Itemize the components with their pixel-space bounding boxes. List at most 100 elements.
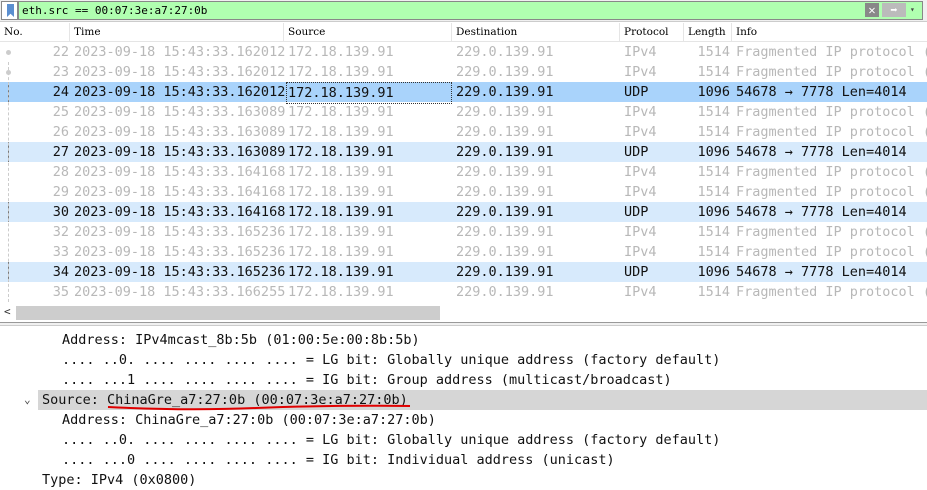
cell-dst: 229.0.139.91 xyxy=(456,184,554,200)
cell-proto: UDP xyxy=(624,264,649,280)
cell-time: 2023-09-18 15:43:33.163089 xyxy=(74,144,286,160)
pane-splitter[interactable] xyxy=(0,322,927,326)
cell-src: 172.18.139.91 xyxy=(288,204,394,220)
detail-line[interactable]: .... ..0. .... .... .... .... = LG bit: … xyxy=(0,430,927,450)
packet-row[interactable]: 30 2023-09-18 15:43:33.164168 172.18.139.9… xyxy=(0,202,927,222)
cell-proto: IPv4 xyxy=(624,184,657,200)
detail-line[interactable]: .... ..0. .... .... .... .... = LG bit: … xyxy=(0,350,927,370)
display-filter-input[interactable]: eth.src == 00:07:3e:a7:27:0b xyxy=(18,1,923,20)
cell-len: 1096 xyxy=(697,264,730,280)
detail-line[interactable]: .... ...1 .... .... .... .... = IG bit: … xyxy=(0,370,927,390)
cell-src: 172.18.139.91 xyxy=(288,284,394,300)
clear-filter-button[interactable]: ✕ xyxy=(865,3,879,17)
column-info[interactable]: Info xyxy=(732,23,927,42)
cell-dst: 229.0.139.91 xyxy=(456,204,554,220)
cell-no: 32 xyxy=(52,224,69,240)
detail-line[interactable]: Type: IPv4 (0x0800) xyxy=(0,470,927,490)
cell-info: Fragmented IP protocol ( xyxy=(736,64,927,80)
cell-no: 26 xyxy=(52,124,69,140)
display-filter-bar: eth.src == 00:07:3e:a7:27:0b ✕ ➡ ▾ xyxy=(0,0,927,22)
column-no[interactable]: No. xyxy=(0,23,70,42)
cell-time: 2023-09-18 15:43:33.164168 xyxy=(74,204,286,220)
packet-row[interactable]: 23 2023-09-18 15:43:33.162012 172.18.139.9… xyxy=(0,62,927,82)
red-annotation-underline xyxy=(107,404,411,411)
cell-info: Fragmented IP protocol ( xyxy=(736,284,927,300)
detail-line[interactable]: Address: IPv4mcast_8b:5b (01:00:5e:00:8b… xyxy=(0,330,927,350)
packet-row[interactable]: 29 2023-09-18 15:43:33.164168 172.18.139.9… xyxy=(0,182,927,202)
packet-row[interactable]: 26 2023-09-18 15:43:33.163089 172.18.139.9… xyxy=(0,122,927,142)
detail-line[interactable]: Address: ChinaGre_a7:27:0b (00:07:3e:a7:… xyxy=(0,410,927,430)
cell-dst: 229.0.139.91 xyxy=(456,224,554,240)
packet-row[interactable]: 34 2023-09-18 15:43:33.165236 172.18.139.9… xyxy=(0,262,927,282)
bookmark-icon[interactable] xyxy=(1,1,18,20)
packet-list-header: No. Time Source Destination Protocol Len… xyxy=(0,23,927,42)
cell-time: 2023-09-18 15:43:33.163089 xyxy=(74,104,286,120)
packet-row[interactable]: 35 2023-09-18 15:43:33.166255 172.18.139.9… xyxy=(0,282,927,302)
cell-no: 35 xyxy=(52,284,69,300)
cell-time: 2023-09-18 15:43:33.165236 xyxy=(74,244,286,260)
cell-proto: IPv4 xyxy=(624,64,657,80)
packet-row[interactable]: 33 2023-09-18 15:43:33.165236 172.18.139.9… xyxy=(0,242,927,262)
cell-len: 1096 xyxy=(697,84,730,100)
cell-info: 54678 → 7778 Len=4014 xyxy=(736,204,907,220)
cell-len: 1514 xyxy=(697,244,730,260)
cell-dst: 229.0.139.91 xyxy=(456,44,554,60)
cell-no: 25 xyxy=(52,104,69,120)
cell-time: 2023-09-18 15:43:33.166255 xyxy=(74,284,286,300)
cell-dst: 229.0.139.91 xyxy=(456,64,554,80)
cell-no: 27 xyxy=(52,144,69,160)
detail-text: .... ..0. .... .... .... .... = LG bit: … xyxy=(62,352,721,368)
cell-proto: UDP xyxy=(624,144,649,160)
cell-time: 2023-09-18 15:43:33.162012 xyxy=(74,84,286,100)
detail-line[interactable]: .... ...0 .... .... .... .... = IG bit: … xyxy=(0,450,927,470)
horizontal-scrollbar[interactable]: < xyxy=(0,305,927,321)
apply-filter-button[interactable]: ➡ xyxy=(882,3,906,17)
cell-no: 30 xyxy=(52,204,69,220)
packet-row[interactable]: 22 2023-09-18 15:43:33.162012 172.18.139.9… xyxy=(0,42,927,62)
column-destination[interactable]: Destination xyxy=(452,23,620,42)
filter-history-dropdown[interactable]: ▾ xyxy=(910,5,915,14)
cell-proto: UDP xyxy=(624,84,649,100)
cell-src: 172.18.139.91 xyxy=(288,224,394,240)
cell-dst: 229.0.139.91 xyxy=(456,164,554,180)
column-time[interactable]: Time xyxy=(70,23,284,42)
chevron-down-icon[interactable]: ⌄ xyxy=(24,390,31,410)
cell-no: 22 xyxy=(52,44,69,60)
cell-proto: IPv4 xyxy=(624,284,657,300)
column-length[interactable]: Length xyxy=(684,23,732,42)
cell-proto: IPv4 xyxy=(624,104,657,120)
cell-dst: 229.0.139.91 xyxy=(456,144,554,160)
packet-row[interactable]: 27 2023-09-18 15:43:33.163089 172.18.139.9… xyxy=(0,142,927,162)
cell-no: 23 xyxy=(52,64,69,80)
packet-row[interactable]: 28 2023-09-18 15:43:33.164168 172.18.139.9… xyxy=(0,162,927,182)
cell-time: 2023-09-18 15:43:33.164168 xyxy=(74,164,286,180)
packet-row[interactable]: 25 2023-09-18 15:43:33.163089 172.18.139.9… xyxy=(0,102,927,122)
cell-info: 54678 → 7778 Len=4014 xyxy=(736,264,907,280)
scroll-left-icon[interactable]: < xyxy=(4,305,11,318)
related-packets-line xyxy=(8,62,9,302)
cell-len: 1514 xyxy=(697,104,730,120)
detail-text: Address: ChinaGre_a7:27:0b (00:07:3e:a7:… xyxy=(62,412,436,428)
column-protocol[interactable]: Protocol xyxy=(620,23,684,42)
cell-proto: IPv4 xyxy=(624,124,657,140)
cell-no: 24 xyxy=(52,84,69,100)
packet-row[interactable]: 24 2023-09-18 15:43:33.162012 172.18.139.9… xyxy=(0,82,927,104)
detail-text: Address: IPv4mcast_8b:5b (01:00:5e:00:8b… xyxy=(62,332,420,348)
detail-text: .... ...0 .... .... .... .... = IG bit: … xyxy=(62,452,615,468)
cell-info: Fragmented IP protocol ( xyxy=(736,44,927,60)
packet-row[interactable]: 32 2023-09-18 15:43:33.165236 172.18.139.9… xyxy=(0,222,927,242)
scrollbar-thumb[interactable] xyxy=(16,306,440,320)
cell-info: 54678 → 7778 Len=4014 xyxy=(736,144,907,160)
cell-info: Fragmented IP protocol ( xyxy=(736,244,927,260)
cell-len: 1514 xyxy=(697,164,730,180)
cell-info: Fragmented IP protocol ( xyxy=(736,104,927,120)
cell-src: 172.18.139.91 xyxy=(288,264,394,280)
column-source[interactable]: Source xyxy=(284,23,452,42)
cell-proto: IPv4 xyxy=(624,244,657,260)
cell-src: 172.18.139.91 xyxy=(288,184,394,200)
cell-len: 1514 xyxy=(697,284,730,300)
cell-len: 1514 xyxy=(697,44,730,60)
cell-src: 172.18.139.91 xyxy=(286,82,452,104)
cell-src: 172.18.139.91 xyxy=(288,124,394,140)
cell-time: 2023-09-18 15:43:33.165236 xyxy=(74,264,286,280)
